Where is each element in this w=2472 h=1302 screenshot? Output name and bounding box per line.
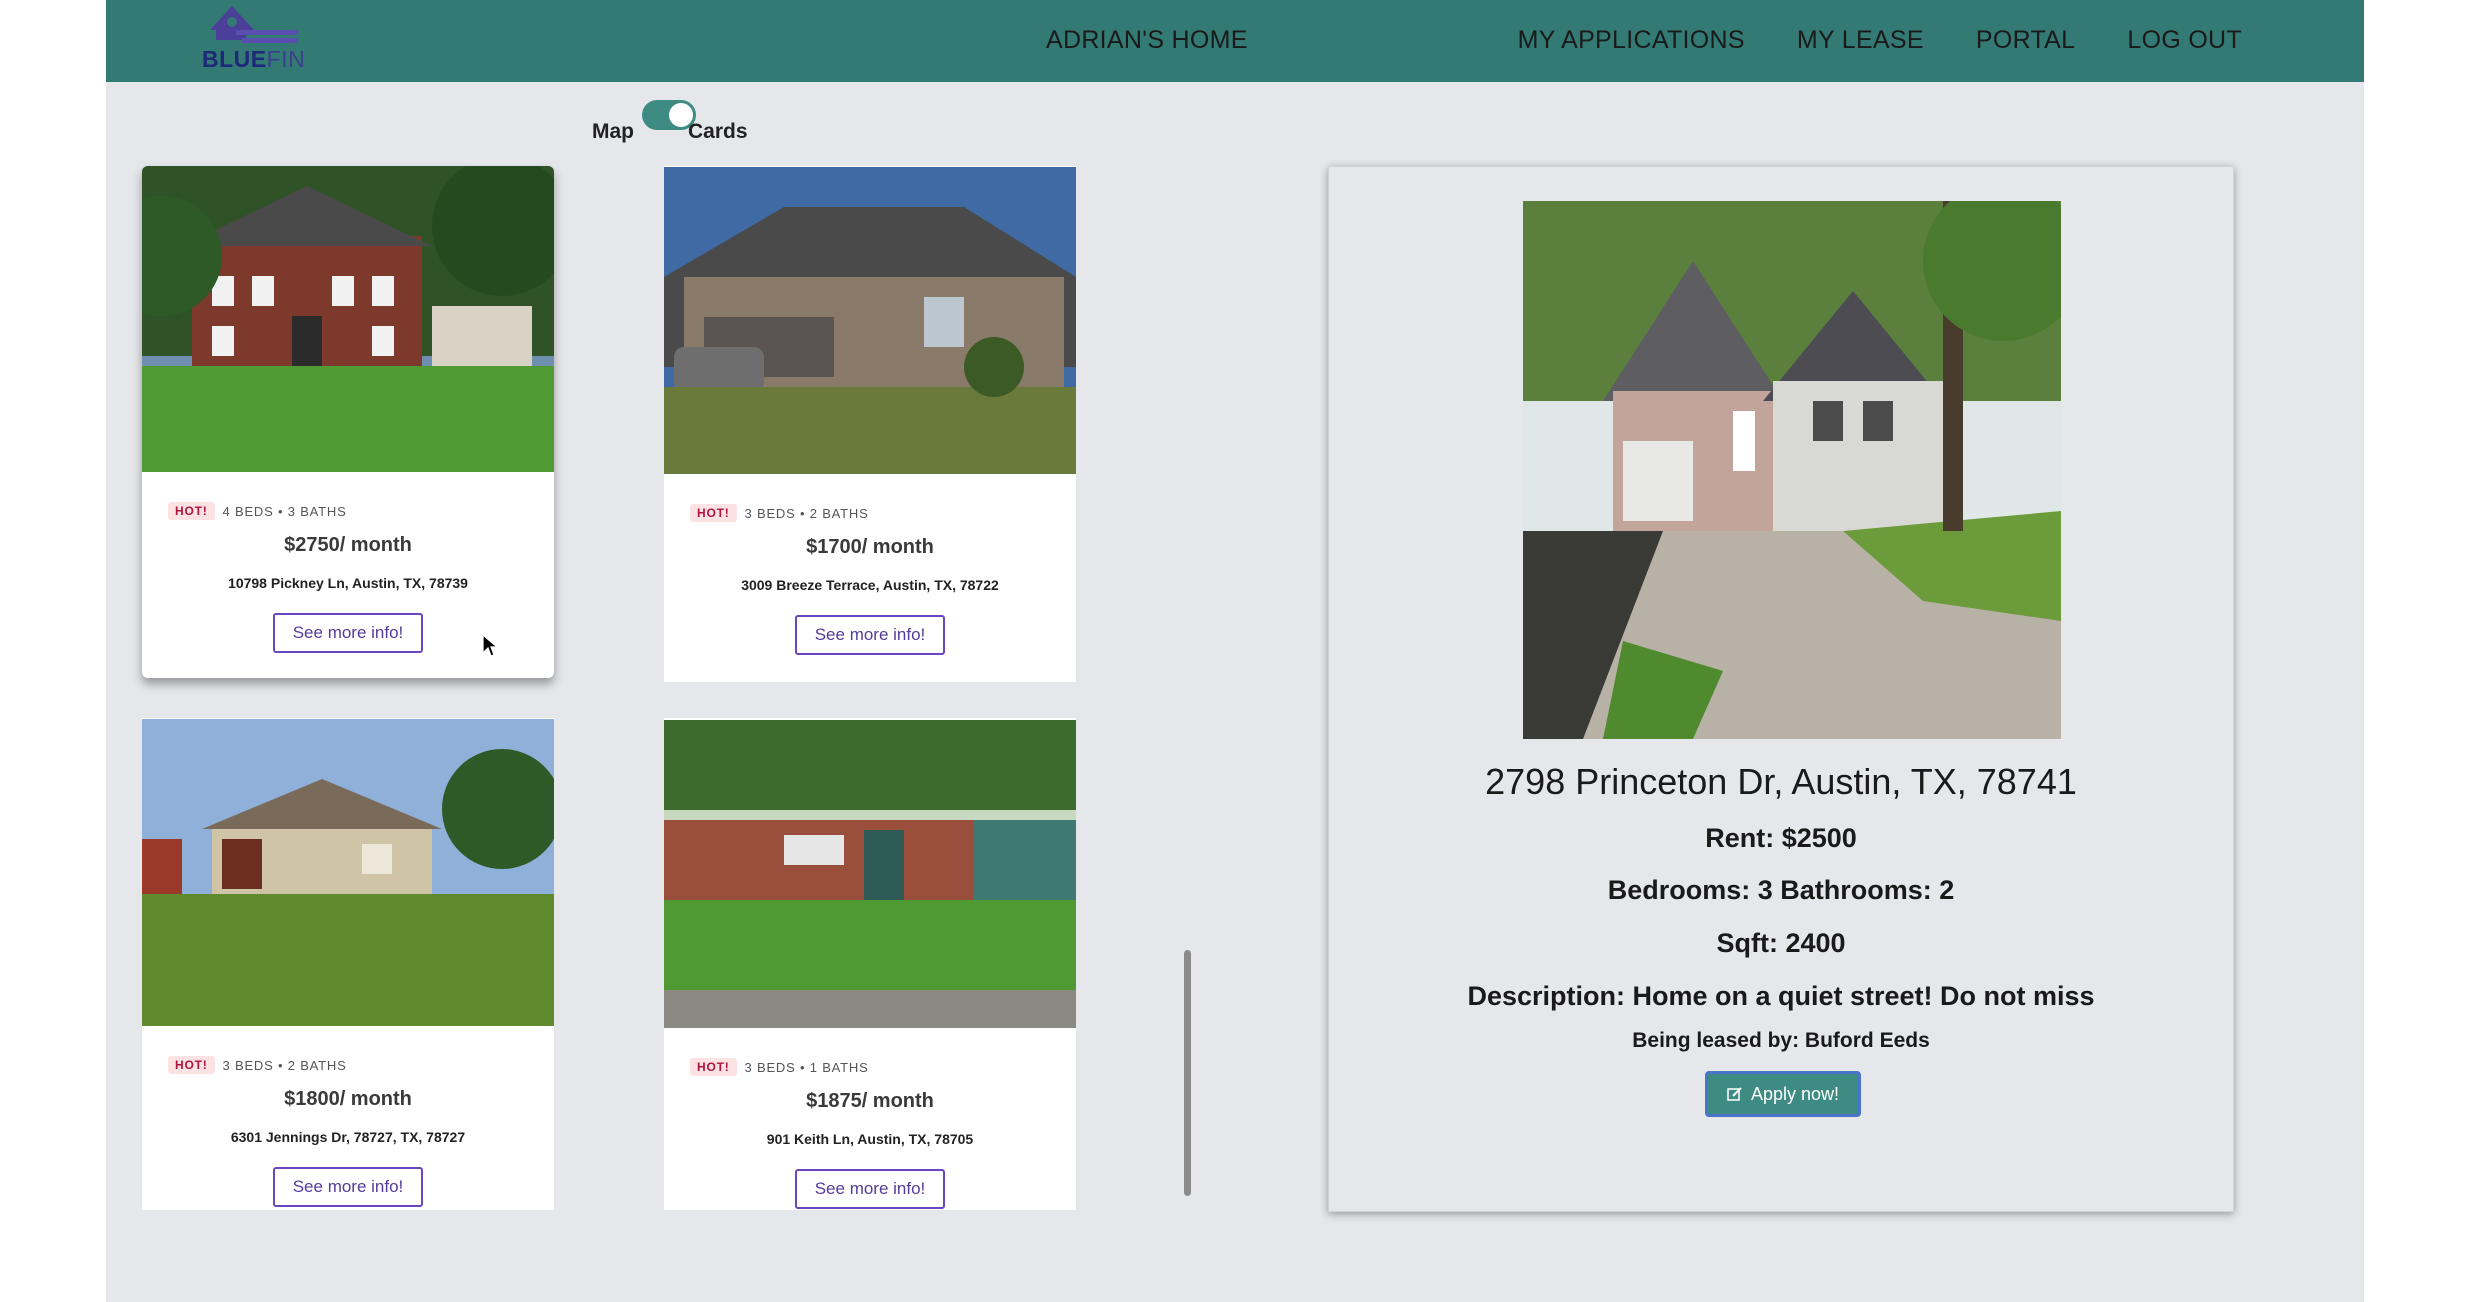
detail-rooms: Bedrooms: 3 Bathrooms: 2 [1607, 875, 1955, 905]
logo-text-blue: BLUE [202, 46, 267, 72]
beds-baths: 3 BEDS • 2 BATHS [744, 505, 869, 521]
listing-card[interactable]: HOT! 4 BEDS • 3 BATHS $2750/ month 10798… [142, 166, 554, 678]
app-page: BLUEFIN ADRIAN'S HOME MY APPLICATIONS MY… [106, 0, 2364, 1302]
listing-detail-panel: 2798 Princeton Dr, Austin, TX, 78741 Ren… [1328, 166, 2234, 1212]
listing-photo [142, 166, 554, 472]
logo-text-fin: FIN [266, 46, 306, 72]
mouse-cursor-icon [482, 634, 498, 657]
listing-body: HOT! 3 BEDS • 2 BATHS $1800/ month 6301 … [142, 1026, 554, 1207]
listing-address: 901 Keith Ln, Austin, TX, 78705 [766, 1131, 974, 1147]
list-scrollbar[interactable] [1184, 950, 1191, 1196]
listing-photo [664, 167, 1076, 474]
nav-my-lease[interactable]: MY LEASE [1797, 26, 1924, 55]
detail-address: 2798 Princeton Dr, Austin, TX, 78741 [1485, 761, 2077, 802]
listing-photo [664, 720, 1076, 1028]
listing-card[interactable]: HOT! 3 BEDS • 2 BATHS $1700/ month 3009 … [664, 166, 1076, 682]
beds-baths: 3 BEDS • 1 BATHS [744, 1059, 869, 1075]
listing-price: $1800/ month [284, 1088, 412, 1110]
listing-price: $2750/ month [284, 534, 412, 556]
detail-leased-by: Being leased by: Buford Eeds [1632, 1029, 1930, 1052]
listing-meta: HOT! 4 BEDS • 3 BATHS [168, 502, 347, 520]
listing-meta: HOT! 3 BEDS • 2 BATHS [168, 1056, 347, 1074]
beds-baths: 4 BEDS • 3 BATHS [222, 503, 347, 519]
listing-card[interactable]: HOT! 3 BEDS • 2 BATHS $1800/ month 6301 … [142, 718, 554, 1210]
listing-price: $1875/ month [806, 1090, 934, 1112]
nav-links: MY APPLICATIONS MY LEASE PORTAL LOG OUT [1518, 26, 2242, 55]
bluefin-logo[interactable]: BLUEFIN [202, 0, 312, 82]
home-title-link[interactable]: ADRIAN'S HOME [1046, 26, 1248, 55]
listing-photo [142, 719, 554, 1026]
detail-description: Description: Home on a quiet street! Do … [1467, 981, 2095, 1011]
toggle-map-label: Map [592, 120, 634, 143]
apply-now-button[interactable]: Apply now! [1705, 1071, 1861, 1117]
top-navbar: BLUEFIN ADRIAN'S HOME MY APPLICATIONS MY… [106, 0, 2364, 82]
edit-icon [1727, 1087, 1742, 1101]
listing-address: 3009 Breeze Terrace, Austin, TX, 78722 [741, 577, 999, 593]
apply-now-label: Apply now! [1750, 1083, 1840, 1104]
hot-badge: HOT! [168, 502, 215, 520]
listing-price: $1700/ month [806, 536, 934, 558]
listing-body: HOT! 3 BEDS • 2 BATHS $1700/ month 3009 … [664, 474, 1076, 655]
detail-photo [1523, 201, 2061, 739]
hot-badge: HOT! [690, 1058, 737, 1076]
toggle-cards-label: Cards [688, 120, 748, 143]
detail-rent: Rent: $2500 [1705, 823, 1857, 853]
nav-my-applications[interactable]: MY APPLICATIONS [1518, 26, 1745, 55]
listing-body: HOT! 4 BEDS • 3 BATHS $2750/ month 10798… [142, 472, 554, 653]
nav-portal[interactable]: PORTAL [1976, 26, 2076, 55]
listing-address: 10798 Pickney Ln, Austin, TX, 78739 [228, 575, 468, 591]
hot-badge: HOT! [168, 1056, 215, 1074]
hot-badge: HOT! [690, 504, 737, 522]
listing-address: 6301 Jennings Dr, 78727, TX, 78727 [230, 1129, 466, 1145]
detail-sqft: Sqft: 2400 [1716, 928, 1846, 958]
listing-meta: HOT! 3 BEDS • 1 BATHS [690, 1058, 869, 1076]
see-more-button[interactable]: See more info! [272, 1167, 424, 1207]
beds-baths: 3 BEDS • 2 BATHS [222, 1057, 347, 1073]
listing-meta: HOT! 3 BEDS • 2 BATHS [690, 504, 869, 522]
logo-text: BLUEFIN [202, 46, 305, 73]
listing-body: HOT! 3 BEDS • 1 BATHS $1875/ month 901 K… [664, 1028, 1076, 1209]
see-more-button[interactable]: See more info! [794, 615, 946, 655]
see-more-button[interactable]: See more info! [794, 1169, 946, 1209]
listing-card[interactable]: HOT! 3 BEDS • 1 BATHS $1875/ month 901 K… [664, 718, 1076, 1210]
nav-log-out[interactable]: LOG OUT [2127, 26, 2242, 55]
see-more-button[interactable]: See more info! [272, 613, 424, 653]
